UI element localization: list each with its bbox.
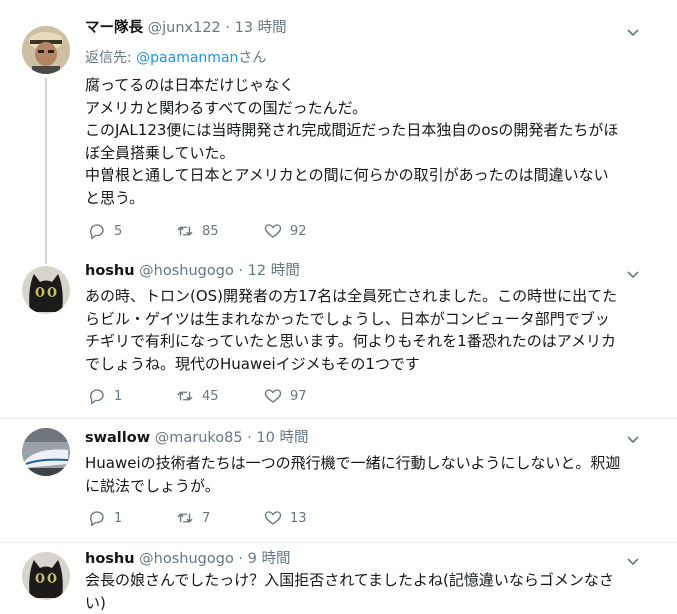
chevron-down-icon[interactable] [625,266,641,282]
like-icon [264,224,282,238]
tweet-text-line: 腐ってるのは日本だけじゃなく [85,76,295,94]
username[interactable]: @maruko85 [155,430,243,446]
display-name[interactable]: hoshu [85,551,135,567]
chevron-down-icon[interactable] [625,431,641,447]
like-button[interactable]: 92 [264,221,307,241]
reply-icon [90,511,104,527]
reply-to-line: 返信先: @paamanmanさん [85,47,266,67]
reply-suffix: さん [238,50,267,66]
reply-to-mention[interactable]: @paamanman [136,50,238,66]
tweet-text: あの時、トロン(OS)開発者の方17名は全員死亡されました。この時世に出てた ら… [85,285,645,375]
tweet-text: Huaweiの技術者たちは一つの飛行機で一緒に行動しないようにしないと。釈迦 に… [85,452,645,497]
separator: · [242,430,257,446]
tweet-text: 腐ってるのは日本だけじゃなく アメリカと関わるすべての国だったんだ。 このJAL… [85,74,645,210]
retweet-count: 45 [202,388,219,404]
reply-icon [90,389,104,405]
retweet-icon [177,226,193,236]
tweet-text-line: チギリで有利になっていたと思います。何よりもそれを1番恐れたのはアメリカ [85,332,616,351]
like-count: 97 [290,388,307,404]
retweet-button[interactable]: 85 [176,221,219,241]
avatar[interactable] [22,428,70,476]
tweet-text-line: ぼ全員搭乗していた。 [85,143,235,162]
tweet-header: hoshu @hoshugogo · 12 時間 [85,261,300,281]
reply-count: 1 [114,388,123,404]
timestamp[interactable]: 9 時間 [248,551,291,567]
tweet-header: swallow @maruko85 · 10 時間 [85,428,308,448]
tweet-header: マー隊長 @junx122 · 13 時間 [85,18,287,38]
avatar-image [22,26,70,74]
reply-button[interactable]: 5 [88,221,122,241]
retweet-count: 7 [202,510,211,526]
display-name[interactable]: マー隊長 [85,20,143,36]
tweet-text-line: い) [85,593,106,612]
retweet-button[interactable]: 45 [176,386,219,406]
display-name[interactable]: swallow [85,430,150,446]
tweet-text-line: このJAL123便には当時開発され完成間近だった日本独自のosの開発者たちがほ [85,121,619,140]
reply-count: 5 [114,223,123,239]
chevron-down-icon[interactable] [625,24,641,40]
tweet-text-line: と思う。 [85,188,145,207]
tweet-text-line: 会長の娘さんでしたっけ？入国拒否されてましたよね(記憶違いならゴメンなさ [85,571,614,589]
reply-prefix: 返信先: [85,50,137,66]
retweet-icon [177,391,193,401]
username[interactable]: @hoshugogo [139,551,234,567]
avatar-image [22,552,70,600]
avatar-image [22,266,70,314]
tweet-header: hoshu @hoshugogo · 9 時間 [85,549,291,569]
timestamp[interactable]: 10 時間 [256,430,308,446]
tweet-3[interactable]: swallow @maruko85 · 10 時間 Huaweiの技術者たちは一… [0,419,677,543]
like-icon [264,389,282,403]
avatar[interactable] [22,266,70,314]
timestamp[interactable]: 13 時間 [235,20,287,36]
tweet-text-line: あの時、トロン(OS)開発者の方17名は全員死亡されました。この時世に出てた [85,287,618,305]
chevron-down-icon[interactable] [625,553,641,569]
tweet-text-line: でしょうね。現代のHuaweiイジメもその1つです [85,354,420,373]
tweet-text-line: Huaweiの技術者たちは一つの飛行機で一緒に行動しないようにしないと。釈迦 [85,454,621,472]
separator: · [233,551,248,567]
reply-button[interactable]: 1 [88,386,122,406]
separator: · [233,263,248,279]
separator: · [220,20,235,36]
avatar[interactable] [22,26,70,74]
tweet-text-line: アメリカと関わるすべての国だったんだ。 [85,98,368,117]
like-icon [264,511,282,525]
tweet-2[interactable]: hoshu @hoshugogo · 12 時間 あの時、トロン(OS)開発者の… [0,258,677,418]
like-count: 13 [290,510,307,526]
reply-count: 1 [114,510,123,526]
tweet-text-line: らビル・ゲイツは生まれなかったでしょうし、日本がコンピュータ部門でブッ [85,309,610,328]
thread-line [45,78,47,258]
timestamp[interactable]: 12 時間 [248,263,300,279]
like-button[interactable]: 97 [264,386,307,406]
retweet-icon [177,513,193,523]
like-count: 92 [290,223,307,239]
thread-line [45,258,47,264]
reply-icon [90,224,104,240]
retweet-button[interactable]: 7 [176,508,210,528]
avatar-image [22,428,70,476]
avatar[interactable] [22,552,70,600]
tweet-1[interactable]: マー隊長 @junx122 · 13 時間 返信先: @paamanmanさん … [0,0,677,258]
like-button[interactable]: 13 [264,508,307,528]
display-name[interactable]: hoshu [85,263,135,279]
retweet-count: 85 [202,223,219,239]
tweet-text-line: に説法でしょうが。 [85,476,220,495]
reply-button[interactable]: 1 [88,508,122,528]
tweet-text-line: 中曽根と通して日本とアメリカとの間に何らかの取引があったのは間違いない [85,166,609,185]
tweet-4[interactable]: hoshu @hoshugogo · 9 時間 会長の娘さんでしたっけ？入国拒否… [0,543,677,613]
username[interactable]: @hoshugogo [139,263,234,279]
tweet-text: 会長の娘さんでしたっけ？入国拒否されてましたよね(記憶違いならゴメンなさ い) [85,569,645,614]
username[interactable]: @junx122 [148,20,221,36]
